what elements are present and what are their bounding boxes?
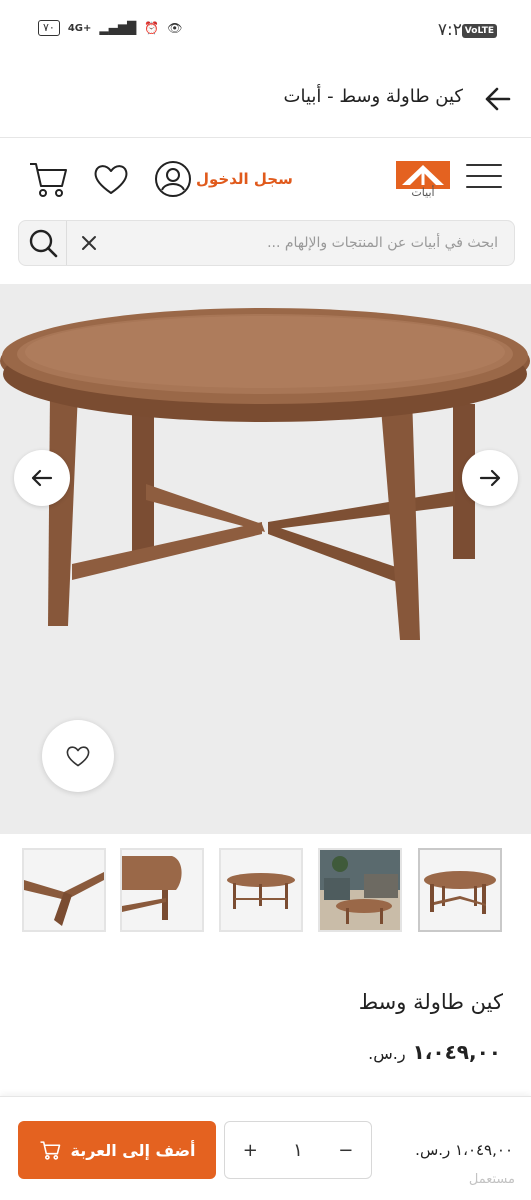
search-icon — [29, 229, 58, 258]
logo-text: أبيات — [411, 186, 435, 199]
previous-image-button[interactable] — [14, 450, 70, 506]
product-name: كين طاولة وسط — [358, 990, 503, 1014]
add-to-cart-bar: أضف إلى العربة + ١ − ١،٠٤٩,٠٠ ر.س. — [0, 1096, 531, 1200]
thumbnail-stretcher-detail[interactable] — [22, 848, 106, 932]
site-header: أبيات سجل الدخول — [0, 138, 531, 220]
eye-icon: 👁 — [167, 21, 183, 35]
alarm-icon: ⏰ — [144, 21, 160, 35]
signal-bars-icon: ▂▄▆█ — [99, 21, 137, 35]
watermark: مستعمل — [468, 1172, 515, 1187]
volte-badge: VoLTE — [461, 24, 497, 38]
cart-icon — [40, 1141, 60, 1160]
thumbnail-image — [122, 856, 182, 920]
hamburger-menu-icon[interactable] — [466, 164, 502, 192]
price-currency: ر.س. — [368, 1044, 406, 1063]
thumbnail-image — [227, 873, 295, 909]
product-price: ١،٠٤٩,٠٠ ر.س. — [362, 1040, 501, 1064]
signal-indicator: 4G+ — [67, 22, 92, 34]
cart-bar-price: ١،٠٤٩,٠٠ ر.س. — [415, 1141, 513, 1159]
thumbnail-main-view[interactable] — [418, 848, 502, 932]
login-link[interactable]: سجل الدخول — [196, 170, 293, 188]
arrow-left-icon — [31, 469, 53, 487]
cart-bar-currency: ر.س. — [415, 1141, 451, 1159]
quantity-value[interactable]: ١ — [293, 1140, 303, 1161]
price-value: ١،٠٤٩,٠٠ — [412, 1040, 501, 1064]
search-button[interactable] — [19, 221, 67, 265]
add-to-wishlist-button[interactable] — [42, 720, 114, 792]
next-image-button[interactable] — [462, 450, 518, 506]
app-bar: كين طاولة وسط - أبيات — [0, 62, 531, 138]
thumbnail-strip — [0, 848, 531, 938]
status-left: ٧٠ 4G+ ▂▄▆█ ⏰ 👁 — [38, 20, 182, 36]
arrow-right-icon — [479, 469, 501, 487]
user-icon[interactable] — [154, 160, 192, 198]
cart-icon[interactable] — [28, 160, 68, 198]
clear-search-icon[interactable] — [79, 233, 99, 253]
wishlist-heart-icon[interactable] — [92, 160, 130, 198]
quantity-decrease-button[interactable]: − — [338, 1140, 353, 1161]
thumbnail-side-view[interactable] — [219, 848, 303, 932]
search-bar[interactable]: ابحث في أبيات عن المنتجات والإلهام ... — [18, 220, 515, 266]
quantity-stepper: + ١ − — [224, 1121, 372, 1179]
page-title: كين طاولة وسط - أبيات — [283, 86, 463, 107]
add-to-cart-label: أضف إلى العربة — [70, 1140, 196, 1160]
quantity-increase-button[interactable]: + — [243, 1140, 258, 1161]
thumbnail-image — [320, 850, 400, 930]
search-input[interactable]: ابحث في أبيات عن المنتجات والإلهام ... — [267, 235, 498, 251]
status-bar: ٧٠ 4G+ ▂▄▆█ ⏰ 👁 ٧:٢٥ VoLTE — [0, 0, 531, 62]
back-arrow-icon[interactable] — [483, 84, 513, 114]
cart-bar-price-value: ١،٠٤٩,٠٠ — [455, 1141, 513, 1159]
thumbnail-edge-detail[interactable] — [120, 848, 204, 932]
thumbnail-room-scene[interactable] — [318, 848, 402, 932]
thumbnail-image — [424, 871, 496, 914]
battery-indicator: ٧٠ — [38, 20, 60, 36]
thumbnail-image — [24, 872, 104, 926]
heart-icon — [66, 746, 90, 767]
add-to-cart-button[interactable]: أضف إلى العربة — [18, 1121, 216, 1179]
product-image-gallery[interactable] — [0, 284, 531, 834]
